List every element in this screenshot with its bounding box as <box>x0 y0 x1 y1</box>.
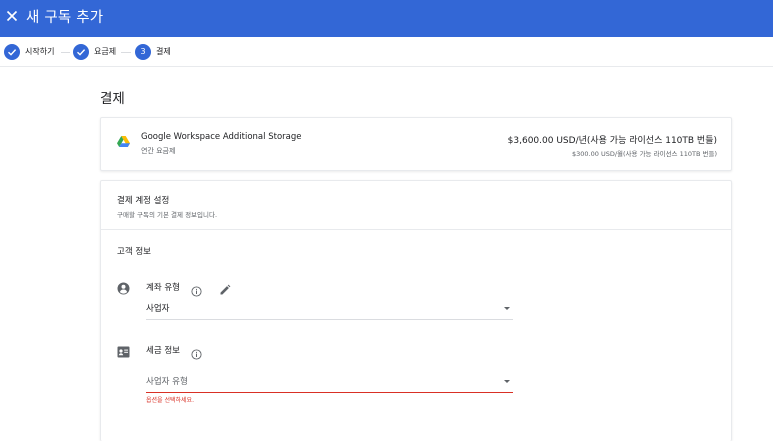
account-type-select[interactable]: 사업자 <box>146 298 513 320</box>
step-label: 요금제 <box>94 47 117 56</box>
tax-info-label: 세금 정보 <box>146 346 180 356</box>
dropdown-arrow-icon <box>504 380 510 383</box>
billing-title: 결제 계정 설정 <box>117 196 170 206</box>
stepper: 시작하기 요금제 3 결제 <box>0 37 773 67</box>
product-name: Google Workspace Additional Storage <box>141 132 302 142</box>
dropdown-arrow-icon <box>504 307 510 310</box>
product-card: Google Workspace Additional Storage 연간 요… <box>100 117 732 171</box>
check-icon <box>73 44 89 60</box>
account-type-label: 계좌 유형 <box>146 283 180 293</box>
step-connector <box>121 52 131 53</box>
product-plan: 연간 요금제 <box>141 147 176 155</box>
section-heading: 결제 <box>100 91 125 107</box>
check-icon <box>4 44 20 60</box>
step-connector <box>61 52 70 53</box>
business-type-placeholder: 사업자 유형 <box>146 377 188 387</box>
step-label: 결제 <box>156 47 171 56</box>
info-icon[interactable] <box>191 345 202 364</box>
select-underline <box>146 319 513 320</box>
price-annual: $3,600.00 USD/년(사용 가능 라이선스 110TB 번들) <box>507 136 717 146</box>
error-message: 옵션을 선택하세요. <box>146 397 194 404</box>
billing-subtitle: 구매할 구독의 기본 결제 정보입니다. <box>117 211 218 219</box>
select-underline-error <box>146 392 513 393</box>
step-label: 시작하기 <box>25 47 55 56</box>
account-circle-icon <box>117 280 130 299</box>
id-card-icon <box>117 343 130 362</box>
google-drive-icon <box>117 132 130 151</box>
account-type-value: 사업자 <box>146 304 170 314</box>
divider <box>101 229 731 230</box>
page-title: 새 구독 추가 <box>26 10 104 26</box>
price-monthly: $300.00 USD/월(사용 가능 라이선스 110TB 번들) <box>572 150 717 158</box>
close-icon[interactable] <box>4 8 20 24</box>
business-type-select[interactable]: 사업자 유형 <box>146 371 513 393</box>
billing-account-card: 결제 계정 설정 구매할 구독의 기본 결제 정보입니다. 고객 정보 계좌 유… <box>100 180 732 441</box>
customer-info-title: 고객 정보 <box>117 247 151 257</box>
app-bar: 새 구독 추가 <box>0 0 773 37</box>
step-number: 3 <box>135 44 151 60</box>
